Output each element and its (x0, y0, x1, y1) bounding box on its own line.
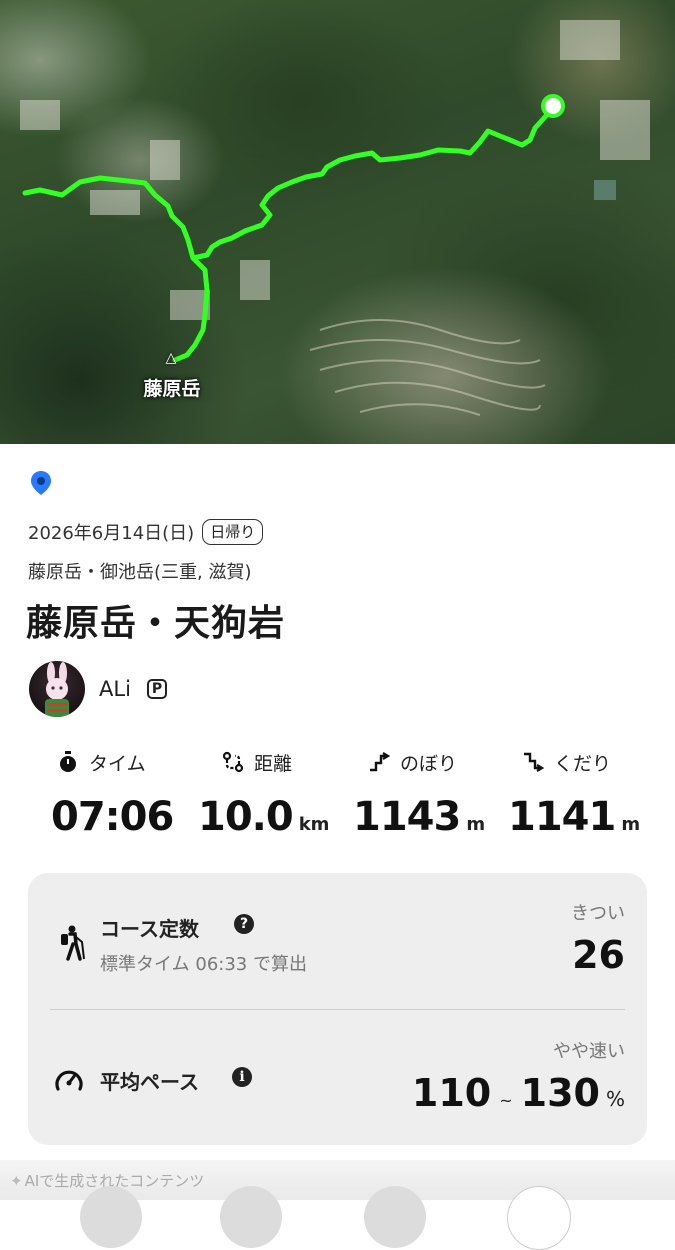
average-pace-title: 平均ペース (100, 1070, 199, 1094)
ascent-icon (370, 752, 390, 772)
stat-ascent-value: 1143 m (353, 794, 485, 842)
info-icon[interactable]: i (232, 1067, 252, 1087)
stat-ascent-label: のぼり (400, 752, 458, 775)
stopwatch-icon (60, 751, 76, 772)
hiker-icon (61, 925, 85, 961)
pace-max: 130 (520, 1071, 600, 1115)
sparkle-icon: ✦ (10, 1172, 23, 1190)
route-map[interactable]: △ 藤原岳 (0, 0, 675, 444)
peak-triangle-icon: △ (165, 350, 177, 366)
footer-action-button-3[interactable] (364, 1186, 426, 1248)
stat-distance-label: 距離 (254, 752, 293, 775)
pace-speed-label: やや速い (553, 1041, 625, 1062)
speedometer-icon (55, 1070, 83, 1091)
card-divider (50, 1009, 625, 1010)
stat-label-ascent: のぼり (368, 748, 457, 776)
stat-descent-value: 1141 m (508, 794, 640, 842)
footer-action-button-1[interactable] (80, 1186, 142, 1248)
footer-action-button-2[interactable] (220, 1186, 282, 1248)
map-terrain (20, 20, 650, 416)
pace-unit: % (605, 1087, 625, 1111)
user-avatar[interactable] (29, 661, 85, 717)
ascent-number: 1143 (353, 794, 461, 840)
course-constant-value: 26 (572, 933, 625, 977)
descent-icon (524, 752, 544, 772)
course-constant-title: コース定数 (100, 917, 199, 941)
course-difficulty: きつい (571, 903, 625, 924)
distance-unit: km (298, 814, 330, 835)
ascent-unit: m (466, 814, 486, 835)
question-icon[interactable]: ? (234, 914, 254, 934)
descent-number: 1141 (508, 794, 616, 840)
stat-distance-value: 10.0 km (198, 794, 329, 842)
date-row: 2026年6月14日(日) 日帰り (28, 517, 264, 547)
stat-time-label: タイム (89, 752, 146, 775)
trip-type-badge: 日帰り (202, 519, 264, 545)
stat-time-value: 07:06 (51, 794, 174, 842)
peak-label: 藤原岳 (143, 378, 201, 400)
route-endpoint (541, 94, 565, 118)
premium-badge: P (147, 679, 167, 699)
standard-time-note: 標準タイム 06:33 で算出 (100, 954, 307, 975)
map-pin-icon (31, 471, 51, 495)
route-line (22, 104, 556, 363)
pace-tilde: ~ (499, 1091, 513, 1110)
activity-title: 藤原岳・天狗岩 (26, 603, 286, 644)
stat-label-time: タイム (57, 748, 146, 776)
time-number: 07:06 (51, 794, 174, 840)
stat-label-distance: 距離 (222, 748, 292, 776)
descent-unit: m (621, 814, 641, 835)
route-icon (222, 751, 244, 773)
mountain-area[interactable]: 藤原岳・御池岳(三重, 滋賀) (28, 558, 252, 584)
course-card: コース定数 ? 標準タイム 06:33 で算出 きつい 26 平均ペース i や… (28, 873, 647, 1145)
distance-number: 10.0 (198, 794, 294, 840)
pace-range: 110 ~ 130 % (412, 1071, 625, 1121)
footer-action-button-4[interactable] (507, 1186, 571, 1250)
user-name[interactable]: ALi (99, 677, 131, 701)
stat-descent-label: くだり (554, 752, 612, 775)
activity-date: 2026年6月14日(日) (28, 523, 195, 544)
stat-label-descent: くだり (522, 748, 611, 776)
pace-min: 110 (411, 1071, 492, 1115)
